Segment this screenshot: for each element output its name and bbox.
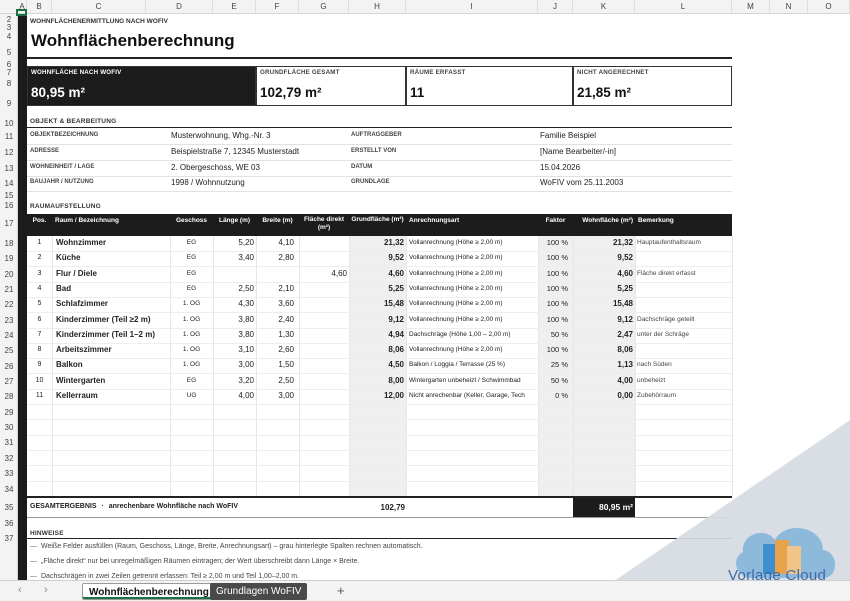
tab-wohnflaechenberechnung[interactable]: Wohnflächenberechnung xyxy=(82,583,216,600)
prev-sheet-icon[interactable]: ‹ xyxy=(18,584,22,596)
spreadsheet-window: ABCDEFGHIJKLMNO 2 3 4 5 6 7 8 9 10 11 12 13 14 15 16 17… xyxy=(0,0,850,601)
add-sheet-icon[interactable]: + xyxy=(337,583,345,598)
sheet-tab-bar: ‹ › Wohnflächenberechnung Grundlagen WoF… xyxy=(0,580,850,601)
next-sheet-icon[interactable]: › xyxy=(44,584,48,596)
tab-grundlagen-wofiv[interactable]: Grundlagen WoFIV xyxy=(210,583,308,600)
watermark-logo xyxy=(585,420,850,601)
